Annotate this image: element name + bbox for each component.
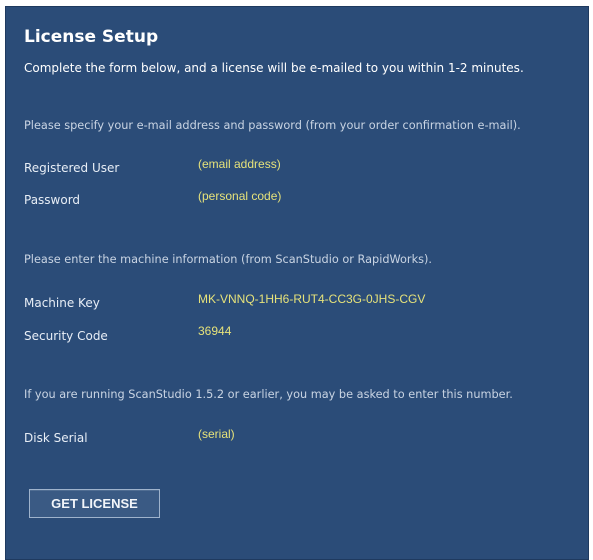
registered-user-label: Registered User	[24, 161, 120, 175]
disk-serial-field[interactable]: (serial)	[198, 427, 235, 441]
security-code-label: Security Code	[24, 329, 108, 343]
machine-instructions: Please enter the machine information (fr…	[24, 253, 433, 266]
page-subtitle: Complete the form below, and a license w…	[24, 61, 524, 75]
account-instructions: Please specify your e-mail address and p…	[24, 119, 521, 132]
password-label: Password	[24, 193, 81, 207]
page-title: License Setup	[24, 27, 159, 47]
machine-key-field[interactable]: MK-VNNQ-1HH6-RUT4-CC3G-0JHS-CGV	[198, 292, 425, 306]
disk-instructions: If you are running ScanStudio 1.5.2 or e…	[24, 388, 513, 401]
security-code-field[interactable]: 36944	[198, 324, 231, 338]
machine-key-label: Machine Key	[24, 296, 100, 310]
password-field[interactable]: (personal code)	[198, 189, 281, 203]
registered-user-field[interactable]: (email address)	[198, 157, 281, 171]
get-license-button[interactable]: GET LICENSE	[29, 489, 160, 518]
license-setup-panel: License Setup Complete the form below, a…	[5, 6, 589, 560]
disk-serial-label: Disk Serial	[24, 431, 88, 445]
